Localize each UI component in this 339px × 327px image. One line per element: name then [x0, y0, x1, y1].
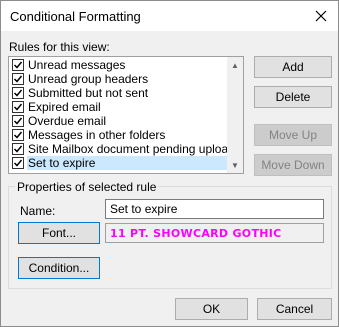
checkmark-icon: [13, 117, 23, 125]
checkmark-icon: [13, 75, 23, 83]
conditional-formatting-dialog: Conditional Formatting Rules for this vi…: [0, 0, 339, 327]
list-item-selected[interactable]: Set to expire: [10, 156, 228, 170]
list-item[interactable]: Unread group headers: [10, 72, 228, 86]
rule-label: Messages in other folders: [28, 128, 166, 142]
rule-label: Unread group headers: [28, 72, 149, 86]
rule-checkbox[interactable]: [12, 87, 24, 99]
checkmark-icon: [13, 159, 23, 167]
move-up-button[interactable]: Move Up: [254, 124, 332, 146]
close-icon: [315, 10, 327, 22]
rule-checkbox[interactable]: [12, 129, 24, 141]
rule-checkbox[interactable]: [12, 115, 24, 127]
checkmark-icon: [13, 61, 23, 69]
list-item[interactable]: Overdue email: [10, 114, 228, 128]
list-scrollbar[interactable]: ▲ ▼: [227, 57, 243, 173]
list-item[interactable]: Unread messages: [10, 58, 228, 72]
delete-button[interactable]: Delete: [254, 86, 332, 108]
dialog-title: Conditional Formatting: [10, 9, 141, 24]
rule-label: Site Mailbox document pending uploa: [28, 142, 228, 156]
name-label: Name:: [20, 204, 56, 218]
rule-checkbox[interactable]: [12, 73, 24, 85]
cancel-button[interactable]: Cancel: [257, 298, 332, 320]
scroll-down-arrow-icon[interactable]: ▼: [227, 157, 243, 173]
move-down-button[interactable]: Move Down: [254, 154, 332, 176]
list-item[interactable]: Messages in other folders: [10, 128, 228, 142]
scroll-up-arrow-icon[interactable]: ▲: [227, 57, 243, 73]
add-button[interactable]: Add: [254, 56, 332, 78]
condition-button[interactable]: Condition...: [18, 257, 100, 279]
close-button[interactable]: [310, 5, 332, 27]
rule-checkbox[interactable]: [12, 157, 24, 169]
rule-checkbox[interactable]: [12, 101, 24, 113]
rule-name-field[interactable]: Set to expire: [105, 199, 324, 219]
properties-title: Properties of selected rule: [15, 180, 159, 194]
checkmark-icon: [13, 103, 23, 111]
checkmark-icon: [13, 131, 23, 139]
rule-label: Set to expire: [27, 156, 228, 170]
checkmark-icon: [13, 145, 23, 153]
rule-label: Expired email: [28, 100, 101, 114]
list-item[interactable]: Expired email: [10, 100, 228, 114]
rule-label: Unread messages: [28, 58, 126, 72]
rules-label: Rules for this view:: [9, 40, 110, 54]
rule-checkbox[interactable]: [12, 143, 24, 155]
rule-checkbox[interactable]: [12, 59, 24, 71]
checkmark-icon: [13, 89, 23, 97]
rule-label: Overdue email: [28, 114, 107, 128]
rules-list[interactable]: Unread messages Unread group headers Sub…: [8, 56, 244, 174]
list-item[interactable]: Site Mailbox document pending uploa: [10, 142, 228, 156]
font-sample: 11 PT. SHOWCARD GOTHIC: [105, 223, 324, 243]
list-item[interactable]: Submitted but not sent: [10, 86, 228, 100]
title-bar: Conditional Formatting: [1, 1, 338, 31]
font-button[interactable]: Font...: [18, 222, 100, 244]
ok-button[interactable]: OK: [175, 298, 248, 320]
rule-label: Submitted but not sent: [28, 86, 149, 100]
